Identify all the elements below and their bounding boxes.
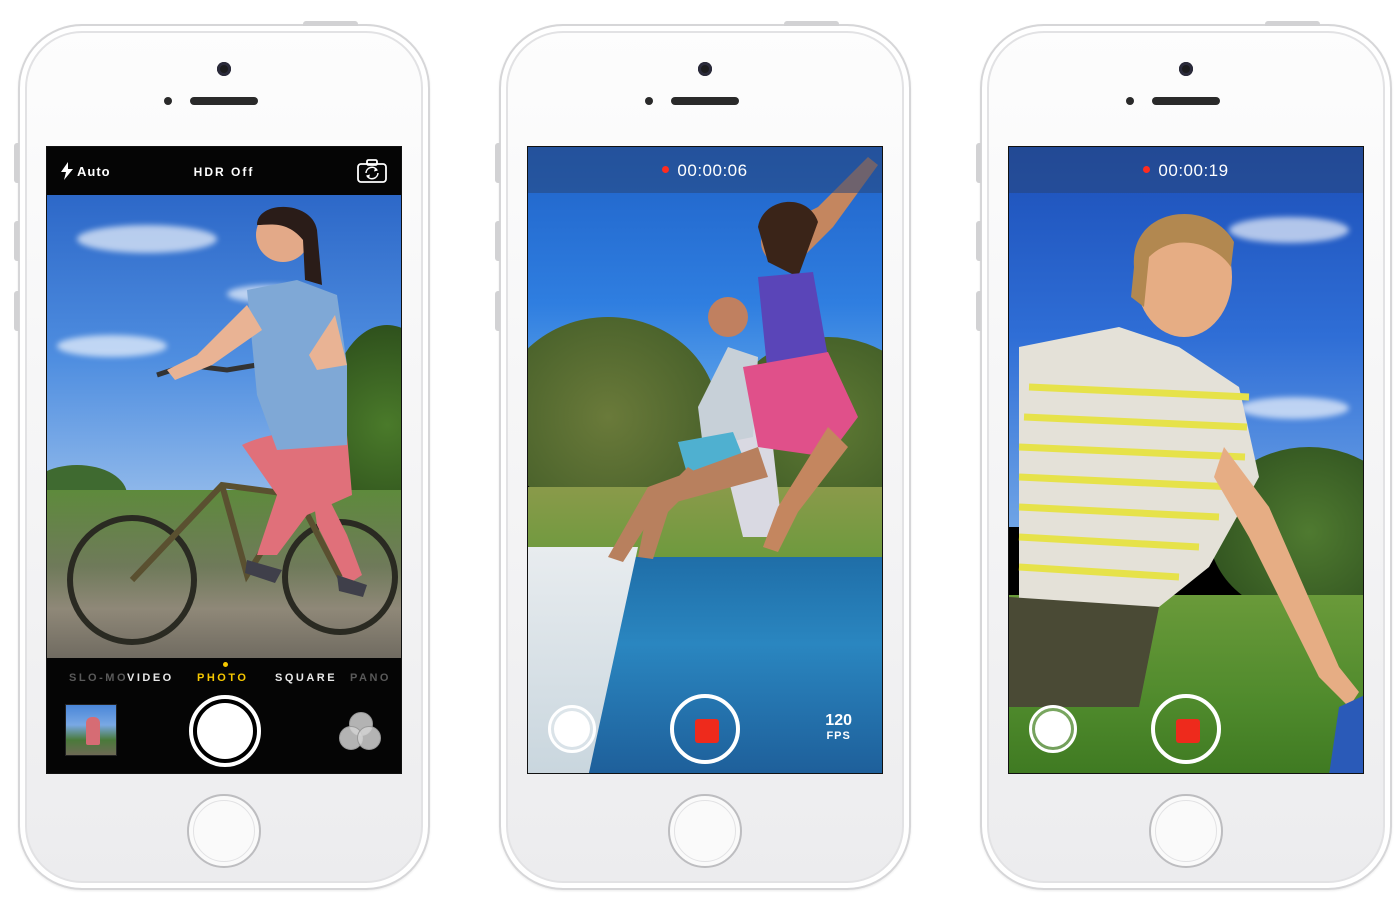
front-camera xyxy=(217,62,231,76)
volume-down-button xyxy=(14,291,19,331)
home-button xyxy=(187,794,261,868)
proximity-sensor xyxy=(1126,97,1134,105)
hdr-toggle[interactable]: HDR Off xyxy=(47,165,401,179)
mode-pano[interactable]: PANO xyxy=(350,672,391,684)
stop-recording-button[interactable] xyxy=(1151,694,1221,764)
sleep-wake-button xyxy=(1265,21,1320,26)
smiling-woman-illustration xyxy=(1009,214,1363,773)
camera-top-bar: Auto HDR Off xyxy=(47,147,401,195)
mode-square[interactable]: SQUARE xyxy=(275,672,337,684)
mute-switch xyxy=(14,143,19,183)
switch-camera-icon[interactable] xyxy=(357,159,387,183)
viewfinder xyxy=(528,147,882,773)
mode-photo[interactable]: PHOTO xyxy=(197,672,248,684)
viewfinder xyxy=(1009,147,1363,773)
volume-up-button xyxy=(495,221,500,261)
mute-switch xyxy=(495,143,500,183)
home-button xyxy=(1149,794,1223,868)
cyclist-illustration xyxy=(67,206,398,645)
fps-value: 120 xyxy=(825,712,852,729)
active-mode-indicator xyxy=(223,662,228,667)
recording-timer-value: 00:00:06 xyxy=(677,161,748,180)
mute-switch xyxy=(976,143,981,183)
proximity-sensor xyxy=(164,97,172,105)
volume-up-button xyxy=(976,221,981,261)
earpiece-speaker xyxy=(1152,97,1220,105)
mode-selector: SLO-MO VIDEO PHOTO SQUARE PANO xyxy=(47,672,401,688)
recording-indicator-icon xyxy=(1143,166,1151,173)
camera-screen: 00:00:19 xyxy=(1008,146,1364,774)
recording-timer: 00:00:19 xyxy=(1009,161,1363,181)
last-photo-thumbnail[interactable] xyxy=(65,704,117,756)
shutter-button[interactable] xyxy=(189,695,261,767)
frame-rate-indicator: 120 FPS xyxy=(825,713,852,742)
iphone-video-recording: 00:00:19 xyxy=(976,21,1392,890)
recording-top-bar: 00:00:06 xyxy=(528,147,882,193)
camera-bottom-bar: SLO-MO VIDEO PHOTO SQUARE PANO xyxy=(47,658,401,773)
volume-down-button xyxy=(976,291,981,331)
filters-icon[interactable] xyxy=(339,712,383,752)
take-still-photo-button[interactable] xyxy=(1029,705,1077,753)
proximity-sensor xyxy=(645,97,653,105)
fps-unit: FPS xyxy=(826,730,851,742)
iphone-slo-mo-recording: 00:00:06 120 FPS xyxy=(495,21,911,890)
recording-indicator-icon xyxy=(662,166,670,173)
home-button xyxy=(668,794,742,868)
earpiece-speaker xyxy=(190,97,258,105)
volume-down-button xyxy=(495,291,500,331)
viewfinder xyxy=(47,195,401,660)
recording-top-bar: 00:00:19 xyxy=(1009,147,1363,193)
sleep-wake-button xyxy=(784,21,839,26)
stop-recording-button[interactable] xyxy=(670,694,740,764)
sleep-wake-button xyxy=(303,21,358,26)
recording-timer: 00:00:06 xyxy=(528,161,882,181)
front-camera xyxy=(698,62,712,76)
mode-slo-mo[interactable]: SLO-MO xyxy=(69,672,128,684)
jumping-girls-illustration xyxy=(608,157,878,562)
earpiece-speaker xyxy=(671,97,739,105)
mode-video[interactable]: VIDEO xyxy=(127,672,174,684)
camera-screen: 00:00:06 120 FPS xyxy=(527,146,883,774)
front-camera xyxy=(1179,62,1193,76)
camera-screen: Auto HDR Off SLO-MO VIDEO PHOTO SQUARE P… xyxy=(46,146,402,774)
recording-timer-value: 00:00:19 xyxy=(1158,161,1229,180)
take-still-photo-button[interactable] xyxy=(548,705,596,753)
iphone-photo-mode: Auto HDR Off SLO-MO VIDEO PHOTO SQUARE P… xyxy=(14,21,430,890)
volume-up-button xyxy=(14,221,19,261)
